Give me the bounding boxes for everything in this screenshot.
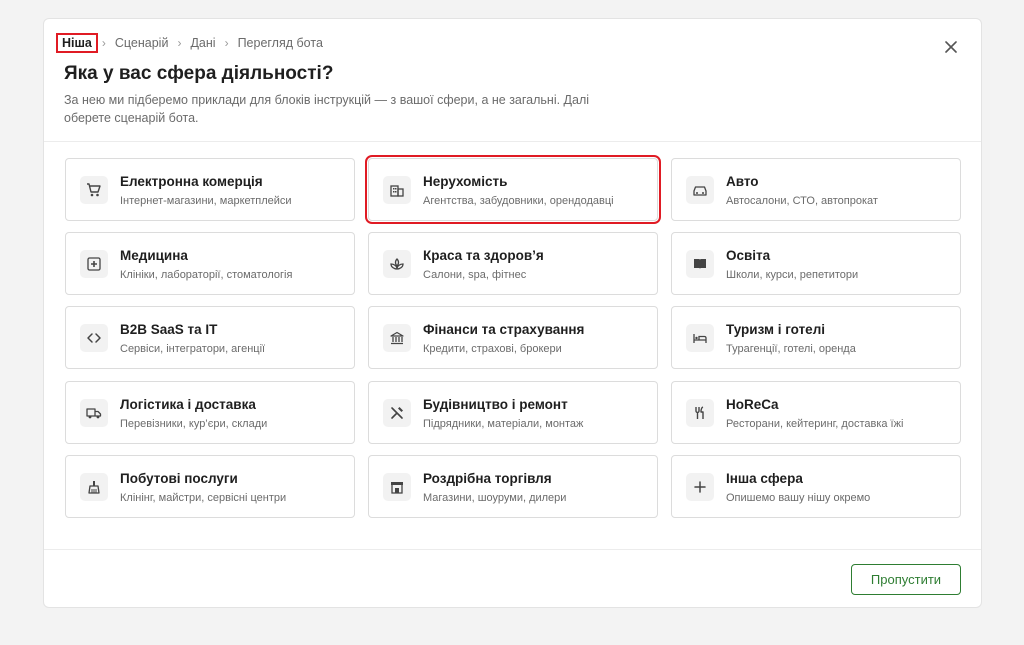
spa-icon [390, 258, 404, 270]
card-title: Побутові послуги [120, 471, 238, 486]
card-title: Інша сфера [726, 471, 803, 486]
niche-card-education[interactable]: Освіта Школи, курси, репетитори [671, 232, 961, 295]
card-description: Клініки, лабораторії, стоматологія [120, 269, 293, 281]
tools-icon [391, 407, 403, 419]
card-title: Фінанси та страхування [423, 322, 585, 337]
breadcrumb: Ніша › Сценарій › Дані › Перегляд бота [56, 33, 326, 53]
page-subtitle: За нею ми підберемо приклади для блоків … [64, 93, 590, 125]
niche-card-finance[interactable]: Фінанси та страхування Кредити, страхові… [368, 306, 658, 369]
breadcrumb-step-data[interactable]: Дані [187, 34, 218, 52]
close-button[interactable] [941, 37, 961, 57]
card-title: B2B SaaS та IT [120, 322, 218, 337]
card-description: Опишемо вашу нішу окремо [726, 492, 871, 504]
niche-card-b2b-saas[interactable]: B2B SaaS та IT Сервіси, інтегратори, аге… [65, 306, 355, 369]
niche-card-beauty[interactable]: Краса та здоров’я Салони, spa, фітнес [368, 232, 658, 295]
niche-card-logistics[interactable]: Логістика і доставка Перевізники, кур’єр… [65, 381, 355, 444]
dialog-header: Ніша › Сценарій › Дані › Перегляд бота Я… [44, 19, 981, 142]
card-title: Медицина [120, 248, 188, 263]
niche-dialog: Ніша › Сценарій › Дані › Перегляд бота Я… [43, 18, 982, 608]
bed-icon [693, 334, 707, 343]
breadcrumb-step-scenario[interactable]: Сценарій [112, 34, 172, 52]
breadcrumb-separator: › [224, 36, 229, 50]
card-title: Краса та здоров’я [423, 248, 544, 263]
card-description: Підрядники, матеріали, монтаж [423, 418, 584, 430]
car-icon [693, 186, 707, 196]
store-icon [391, 482, 403, 494]
page-title: Яка у вас сфера діяльності? [64, 63, 334, 84]
niche-card-other[interactable]: Інша сфера Опишемо вашу нішу окремо [671, 455, 961, 518]
broom-icon [88, 481, 100, 494]
medical-cross-icon [87, 257, 101, 271]
card-description: Кредити, страхові, брокери [423, 343, 562, 355]
card-title: Авто [726, 174, 759, 189]
niche-card-ecommerce[interactable]: Електронна комерція Інтернет-магазини, м… [65, 158, 355, 221]
card-description: Школи, курси, репетитори [726, 269, 859, 281]
card-title: Логістика і доставка [120, 397, 256, 412]
skip-button[interactable]: Пропустити [851, 564, 961, 595]
niche-card-household[interactable]: Побутові послуги Клінінг, майстри, серві… [65, 455, 355, 518]
niche-card-horeca[interactable]: HoReCa Ресторани, кейтеринг, доставка їж… [671, 381, 961, 444]
card-title: Нерухомість [423, 174, 508, 189]
breadcrumb-separator: › [177, 36, 182, 50]
card-description: Агентства, забудовники, орендодавці [423, 195, 614, 207]
card-description: Магазини, шоуруми, дилери [423, 492, 567, 504]
card-title: Електронна комерція [120, 174, 263, 189]
card-description: Турагенції, готелі, оренда [726, 343, 856, 355]
niche-card-tourism[interactable]: Туризм і готелі Турагенції, готелі, орен… [671, 306, 961, 369]
card-description: Перевізники, кур’єри, склади [120, 418, 268, 430]
niche-card-medicine[interactable]: Медицина Клініки, лабораторії, стоматоло… [65, 232, 355, 295]
card-title: Туризм і готелі [726, 322, 826, 337]
book-icon [694, 259, 706, 269]
card-title: Роздрібна торгівля [423, 471, 552, 486]
niche-card-retail[interactable]: Роздрібна торгівля Магазини, шоуруми, ди… [368, 455, 658, 518]
close-icon [945, 41, 957, 53]
breadcrumb-separator: › [101, 36, 106, 50]
building-icon [390, 185, 404, 197]
truck-icon [86, 408, 102, 419]
card-description: Сервіси, інтегратори, агенції [120, 343, 266, 355]
niche-card-auto[interactable]: Авто Автосалони, СТО, автопрокат [671, 158, 961, 221]
breadcrumb-step-niche[interactable]: Ніша [56, 33, 98, 53]
card-title: Будівництво і ремонт [423, 397, 568, 412]
card-title: Освіта [726, 248, 771, 263]
card-title: HoReCa [726, 397, 779, 412]
card-description: Клінінг, майстри, сервісні центри [120, 492, 287, 504]
plus-icon [694, 481, 706, 493]
bank-icon [390, 331, 404, 345]
card-description: Салони, spa, фітнес [423, 269, 527, 281]
card-description: Автосалони, СТО, автопрокат [726, 195, 878, 207]
cutlery-icon [695, 406, 704, 419]
code-icon [87, 333, 101, 343]
dialog-footer: Пропустити [44, 549, 981, 610]
breadcrumb-step-preview[interactable]: Перегляд бота [235, 34, 326, 52]
niche-card-real-estate[interactable]: Нерухомість Агентства, забудовники, орен… [365, 155, 661, 224]
niche-card-construction[interactable]: Будівництво і ремонт Підрядники, матеріа… [368, 381, 658, 444]
card-description: Інтернет-магазини, маркетплейси [120, 195, 292, 207]
card-description: Ресторани, кейтеринг, доставка їжі [726, 418, 904, 430]
cart-icon [87, 183, 101, 197]
